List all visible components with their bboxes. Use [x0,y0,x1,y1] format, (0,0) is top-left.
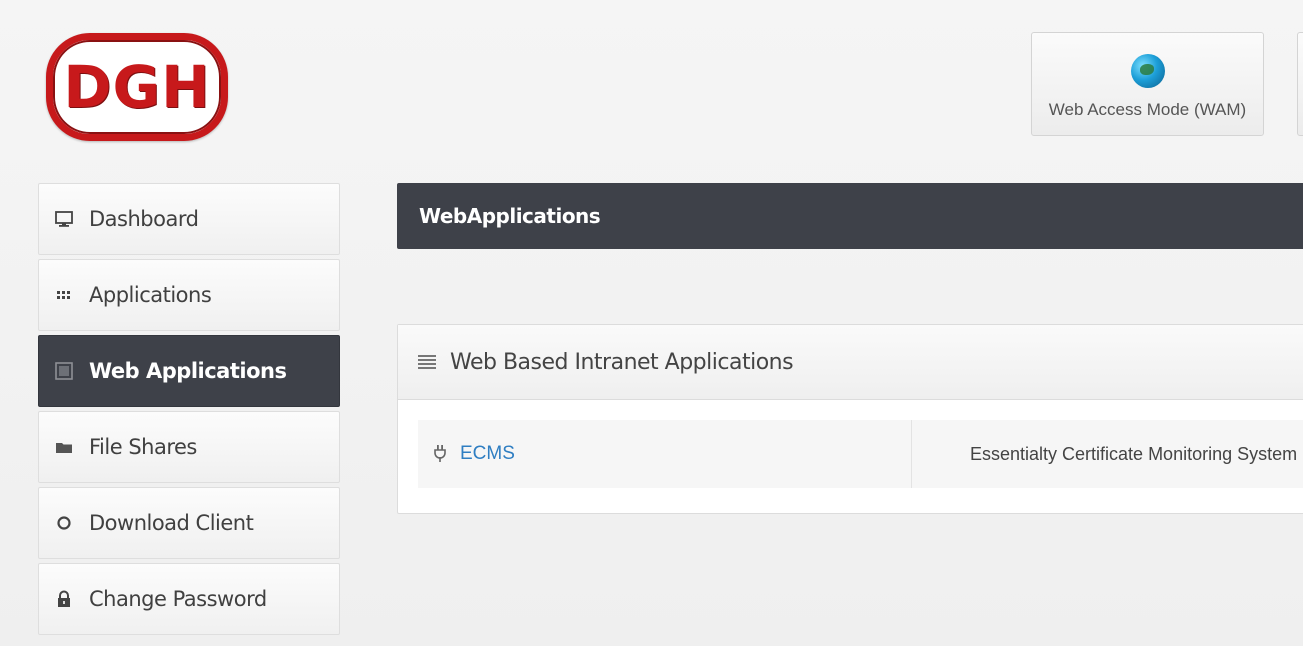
folder-icon [53,436,75,458]
sidebar-nav: Dashboard Applications Web Applications … [38,183,340,639]
sidebar-item-applications[interactable]: Applications [38,259,340,331]
web-access-mode-button[interactable]: Web Access Mode (WAM) [1031,32,1264,136]
sidebar-item-file-shares[interactable]: File Shares [38,411,340,483]
table-row: ECMS Essentialty Certificate Monitoring … [418,420,1303,488]
app-description: Essentialty Certificate Monitoring Syste… [970,443,1303,464]
page: DGH Web Access Mode (WAM) Dashboard Appl… [0,0,1303,646]
sidebar-item-web-applications[interactable]: Web Applications [38,335,340,407]
wam-button-label: Web Access Mode (WAM) [1048,100,1247,119]
grid-icon [53,284,75,306]
page-title-bar: WebApplications [397,183,1303,249]
web-app-icon [53,360,75,382]
dgh-logo: DGH [46,33,228,141]
list-icon [418,355,436,369]
app-name-cell: ECMS [418,420,912,488]
panel-title: Web Based Intranet Applications [450,349,794,375]
sidebar-item-label: Download Client [89,511,254,535]
sidebar-item-label: Dashboard [89,207,199,231]
monitor-icon [53,208,75,230]
page-title: WebApplications [419,204,601,228]
app-link-ecms[interactable]: ECMS [460,443,515,465]
lock-icon [53,588,75,610]
sidebar-item-label: File Shares [89,435,197,459]
sidebar-item-change-password[interactable]: Change Password [38,563,340,635]
globe-icon [1130,54,1165,88]
sidebar-item-label: Web Applications [89,359,287,383]
sidebar-item-label: Applications [89,283,212,307]
logo-text: DGH [63,53,211,121]
header-button-partial[interactable] [1297,32,1303,136]
app-description-cell: Essentialty Certificate Monitoring Syste… [912,420,1303,488]
plug-icon [432,444,448,464]
sidebar-item-label: Change Password [89,587,267,611]
circle-icon [53,512,75,534]
panel-header: Web Based Intranet Applications [398,325,1303,400]
sidebar-item-download-client[interactable]: Download Client [38,487,340,559]
intranet-apps-panel: Web Based Intranet Applications ECMS Ess… [397,324,1303,514]
sidebar-item-dashboard[interactable]: Dashboard [38,183,340,255]
